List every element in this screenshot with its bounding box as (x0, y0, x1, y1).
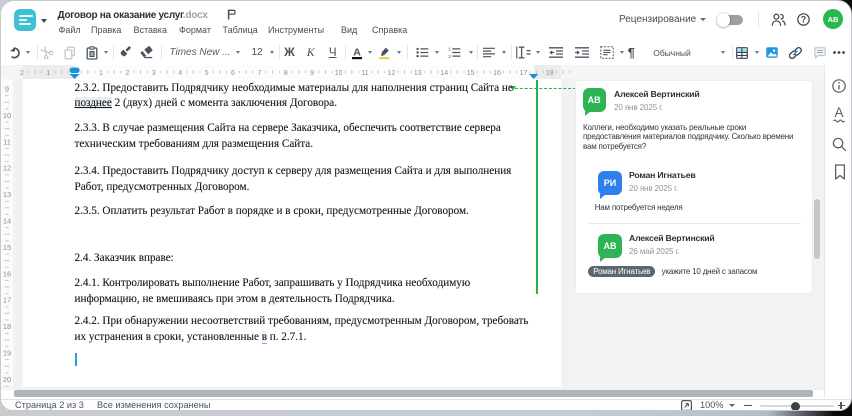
svg-text:16: 16 (493, 70, 501, 77)
svg-text:1: 1 (99, 70, 103, 77)
svg-text:9: 9 (5, 85, 9, 94)
svg-text:2: 2 (20, 70, 24, 77)
svg-text:4: 4 (178, 70, 182, 77)
svg-text:13: 13 (3, 190, 11, 199)
svg-text:13: 13 (414, 70, 422, 77)
svg-text:7: 7 (257, 70, 261, 77)
svg-text:18: 18 (546, 70, 554, 77)
svg-text:6: 6 (231, 70, 235, 77)
svg-text:14: 14 (3, 217, 11, 226)
svg-text:15: 15 (467, 70, 475, 77)
svg-text:17: 17 (3, 296, 11, 305)
svg-text:?: ? (801, 15, 807, 25)
svg-text:1: 1 (46, 70, 50, 77)
svg-text:17: 17 (520, 70, 528, 77)
svg-text:А: А (834, 105, 843, 120)
svg-text:12: 12 (388, 70, 396, 77)
svg-text:18: 18 (3, 322, 11, 331)
svg-text:5: 5 (205, 70, 209, 77)
svg-text:3: 3 (152, 70, 156, 77)
svg-text:19: 19 (3, 349, 11, 358)
svg-text:1: 1 (448, 47, 451, 52)
svg-text:2: 2 (448, 54, 451, 58)
svg-text:11: 11 (3, 137, 11, 146)
svg-text:11: 11 (361, 70, 368, 77)
svg-text:12: 12 (3, 164, 11, 173)
svg-text:A: A (353, 46, 361, 58)
svg-text:8: 8 (284, 70, 288, 77)
svg-text:14: 14 (440, 70, 448, 77)
svg-text:15: 15 (3, 243, 11, 252)
svg-text:2: 2 (125, 70, 129, 77)
svg-text:9: 9 (310, 70, 314, 77)
svg-text:10: 10 (335, 70, 343, 77)
svg-text:10: 10 (3, 111, 11, 120)
svg-text:20: 20 (3, 375, 11, 384)
svg-text:16: 16 (3, 269, 11, 278)
